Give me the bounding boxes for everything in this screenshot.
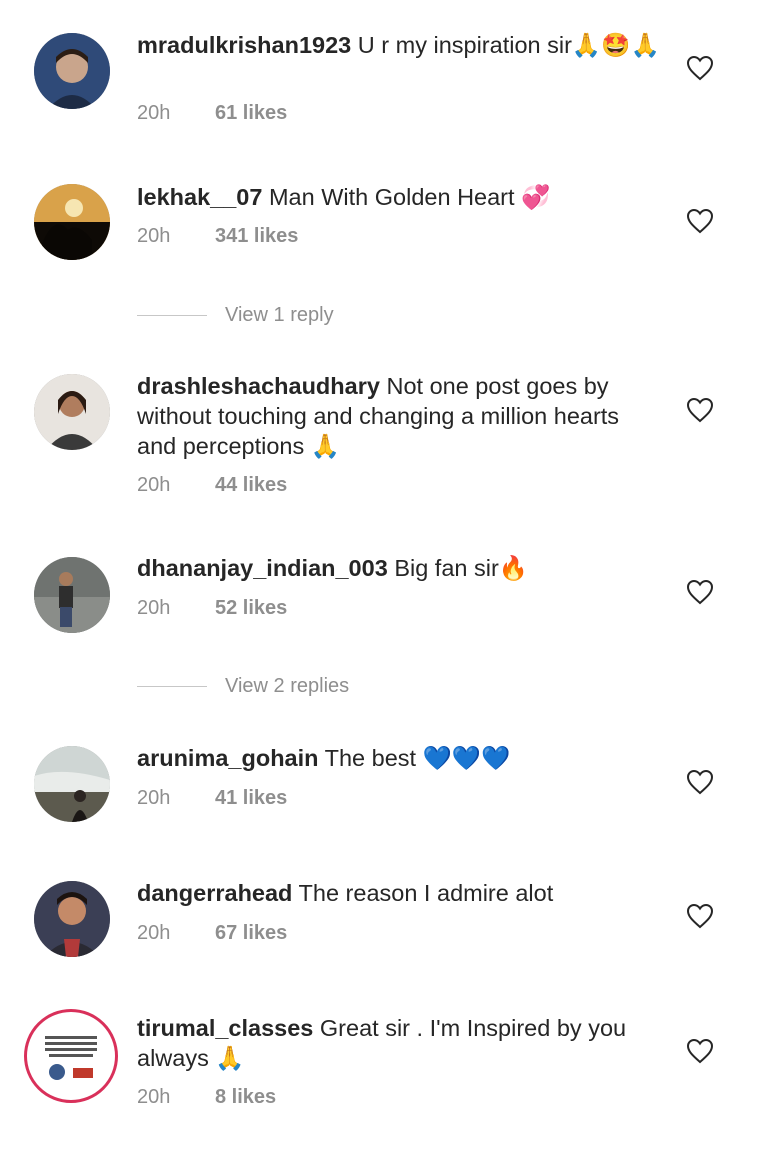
comment-text: drashleshachaudhary Not one post goes by… xyxy=(137,371,662,461)
comment-text: tirumal_classes Great sir . I'm Inspired… xyxy=(137,1013,662,1073)
comment-likes[interactable]: 41 likes xyxy=(215,787,287,810)
comment-emoji: 🙏🤩🙏 xyxy=(571,31,660,59)
comment-meta: 20h 8 likes xyxy=(137,1086,276,1109)
comment-likes[interactable]: 44 likes xyxy=(215,474,287,497)
comment-text: lekhak__07 Man With Golden Heart 💞 xyxy=(137,182,662,212)
avatar[interactable] xyxy=(34,33,110,109)
avatar[interactable] xyxy=(34,746,110,822)
comment-body: Man With Golden Heart xyxy=(268,184,515,210)
comment-username[interactable]: drashleshachaudhary xyxy=(137,373,380,399)
comment-meta: 20h 67 likes xyxy=(137,922,287,945)
heart-outline-icon[interactable] xyxy=(686,55,714,81)
comment-time: 20h xyxy=(137,922,171,944)
heart-outline-icon[interactable] xyxy=(686,903,714,929)
comment-meta: 20h 41 likes xyxy=(137,787,287,810)
avatar[interactable] xyxy=(34,184,110,260)
comment-emoji: 🙏 xyxy=(310,432,341,460)
comment-username[interactable]: mradulkrishan1923 xyxy=(137,32,351,58)
comment-time: 20h xyxy=(137,787,171,809)
heart-outline-icon[interactable] xyxy=(686,397,714,423)
avatar[interactable] xyxy=(34,557,110,633)
comment-meta: 20h 52 likes xyxy=(137,597,287,620)
comment-emoji: 💞 xyxy=(521,183,551,211)
comment-username[interactable]: arunima_gohain xyxy=(137,745,319,771)
comment-body: The best xyxy=(324,745,417,771)
comment-likes[interactable]: 61 likes xyxy=(215,102,287,125)
comment-emoji: 💙💙💙 xyxy=(422,744,511,772)
comment-meta: 20h 341 likes xyxy=(137,225,298,248)
comment-emoji: 🔥 xyxy=(498,554,529,582)
view-replies-label[interactable]: View 1 reply xyxy=(225,304,334,327)
avatar[interactable] xyxy=(34,374,110,450)
comment-likes[interactable]: 8 likes xyxy=(215,1086,276,1109)
comment-text: dangerrahead The reason I admire alot xyxy=(137,878,662,908)
comment-likes[interactable]: 52 likes xyxy=(215,597,287,620)
comment-time: 20h xyxy=(137,225,171,247)
comment-text: dhananjay_indian_003 Big fan sir🔥 xyxy=(137,553,662,583)
replies-divider xyxy=(137,315,207,316)
heart-outline-icon[interactable] xyxy=(686,769,714,795)
avatar[interactable] xyxy=(34,881,110,957)
comment-text: arunima_gohain The best 💙💙💙 xyxy=(137,743,662,773)
comment-time: 20h xyxy=(137,474,171,496)
comment-time: 20h xyxy=(137,597,171,619)
comment-body: Big fan sir xyxy=(394,555,499,581)
comment-username[interactable]: dhananjay_indian_003 xyxy=(137,555,388,581)
comment-text: mradulkrishan1923 U r my inspiration sir… xyxy=(137,30,662,60)
comment-emoji: 🙏 xyxy=(215,1044,245,1072)
heart-outline-icon[interactable] xyxy=(686,1038,714,1064)
heart-outline-icon[interactable] xyxy=(686,579,714,605)
view-replies-link[interactable]: View 2 replies xyxy=(137,675,349,698)
comment-time: 20h xyxy=(137,102,171,124)
view-replies-link[interactable]: View 1 reply xyxy=(137,304,334,327)
replies-divider xyxy=(137,686,207,687)
comment-likes[interactable]: 341 likes xyxy=(215,225,298,248)
heart-outline-icon[interactable] xyxy=(686,208,714,234)
comment-username[interactable]: dangerrahead xyxy=(137,880,292,906)
avatar[interactable] xyxy=(24,1009,118,1103)
comment-username[interactable]: tirumal_classes xyxy=(137,1015,313,1041)
comment-meta: 20h 61 likes xyxy=(137,102,287,125)
view-replies-label[interactable]: View 2 replies xyxy=(225,675,349,698)
comment-meta: 20h 44 likes xyxy=(137,474,287,497)
comment-body: The reason I admire alot xyxy=(298,880,554,906)
comment-likes[interactable]: 67 likes xyxy=(215,922,287,945)
comment-time: 20h xyxy=(137,1086,171,1108)
comment-body: U r my inspiration sir xyxy=(357,32,572,58)
comment-username[interactable]: lekhak__07 xyxy=(137,184,262,210)
